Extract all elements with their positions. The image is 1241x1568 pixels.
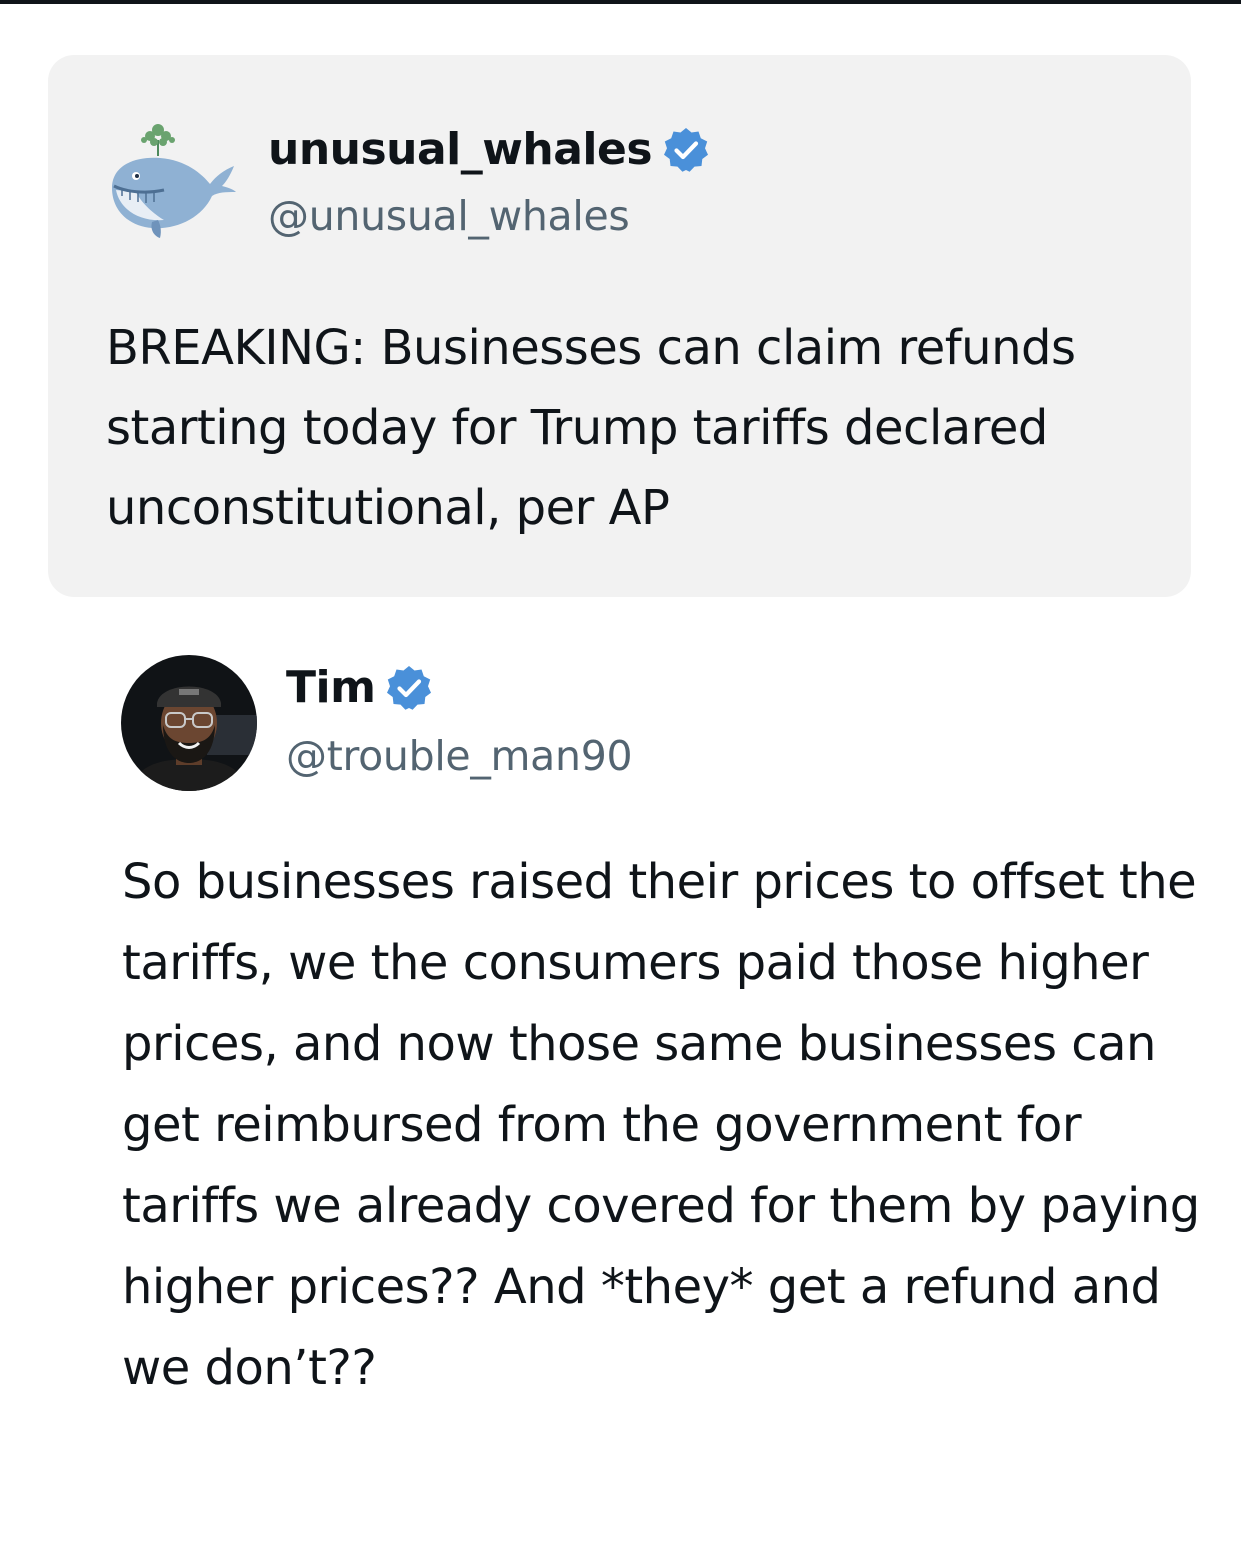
quoted-post-text: BREAKING: Businesses can claim refunds s…	[106, 320, 1076, 536]
quoted-author-row: unusual_whales	[268, 124, 710, 176]
author-row: Tim	[286, 662, 433, 714]
author-name[interactable]: Tim	[286, 662, 376, 714]
whale-icon[interactable]	[106, 118, 238, 240]
avatar[interactable]	[121, 655, 257, 791]
verified-badge-icon	[387, 666, 432, 710]
post-text: So businesses raised their prices to off…	[122, 854, 1200, 1396]
top-divider	[0, 0, 1241, 4]
verified-badge-icon	[664, 128, 709, 172]
quoted-author-name[interactable]: unusual_whales	[268, 124, 653, 176]
author-handle[interactable]: @trouble_man90	[286, 730, 633, 782]
quoted-author-handle[interactable]: @unusual_whales	[268, 190, 630, 242]
